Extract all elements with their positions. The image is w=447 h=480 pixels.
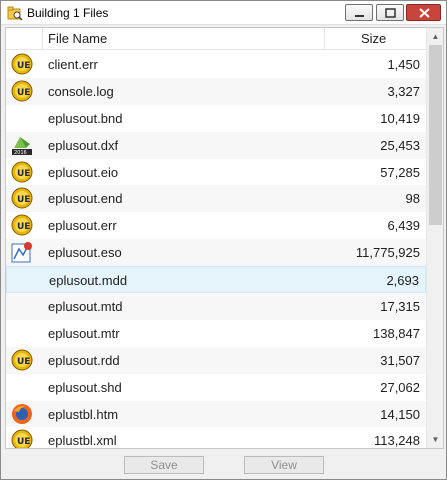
file-size: 2,693 (386, 273, 419, 289)
file-row[interactable]: eplusout.shd 27,062 (6, 374, 426, 401)
window-title: Building 1 Files (27, 6, 109, 20)
file-name: eplusout.err (48, 218, 117, 234)
file-size: 6,439 (387, 218, 420, 234)
file-row[interactable]: eplusout.bnd 10,419 (6, 105, 426, 132)
file-name: eplusout.mtr (48, 325, 120, 341)
file-rows: UE client.err 1,450 UE console.log 3,327 eplus… (6, 51, 426, 449)
minimize-icon (355, 15, 364, 17)
svg-text:UE: UE (17, 437, 30, 447)
ultraedit-icon: UE (11, 349, 33, 371)
file-size: 25,453 (380, 137, 420, 153)
file-row[interactable]: UE client.err 1,450 (6, 51, 426, 78)
file-list-window: Building 1 Files File Name Size UE client… (0, 0, 447, 480)
file-size: 57,285 (380, 164, 420, 180)
view-button[interactable]: View (244, 456, 324, 474)
file-name: eplusout.mdd (49, 273, 128, 289)
column-divider (42, 28, 43, 49)
file-size: 3,327 (387, 83, 420, 99)
vertical-scrollbar[interactable]: ▲ ▼ (426, 28, 443, 448)
file-row[interactable]: UE eplusout.end 98 (6, 185, 426, 213)
file-size: 10,419 (380, 110, 420, 126)
file-name: eplusout.dxf (48, 137, 119, 153)
file-row[interactable]: UE eplusout.rdd 31,507 (6, 346, 426, 374)
svg-text:UE: UE (17, 88, 30, 98)
close-icon (419, 8, 430, 18)
ultraedit-icon: UE (11, 80, 33, 102)
file-size: 27,062 (380, 379, 420, 395)
column-header-size[interactable]: Size (361, 31, 386, 46)
column-divider[interactable] (324, 28, 325, 49)
ultraedit-icon: UE (11, 429, 33, 448)
file-row[interactable]: UE eplusout.eio 57,285 (6, 159, 426, 186)
scrollbar-thumb[interactable] (429, 45, 442, 225)
file-size: 17,315 (380, 299, 420, 315)
file-row[interactable]: eplustbl.htm 14,150 (6, 400, 426, 428)
file-name: console.log (48, 83, 114, 99)
file-row[interactable]: eplusout.mtr 138,847 (6, 320, 426, 347)
autocad-icon: 2016 (11, 134, 33, 156)
firefox-icon (11, 403, 33, 425)
maximize-icon (385, 8, 396, 18)
scroll-up-icon[interactable]: ▲ (427, 28, 443, 45)
file-size: 14,150 (380, 406, 420, 422)
file-row[interactable]: eplusout.eso 11,775,925 (6, 239, 426, 267)
file-size: 138,847 (373, 325, 420, 341)
ultraedit-icon: UE (11, 187, 33, 209)
file-row[interactable]: eplusout.mtd 17,315 (6, 293, 426, 320)
folder-search-icon (7, 6, 23, 21)
save-button[interactable]: Save (124, 456, 204, 474)
svg-text:UE: UE (17, 61, 30, 71)
file-name: eplusout.eso (48, 245, 122, 261)
file-list: File Name Size UE client.err 1,450 UE consol… (5, 27, 444, 449)
title-bar: Building 1 Files (1, 1, 446, 25)
file-row[interactable]: eplusout.mdd 2,693 (6, 266, 426, 294)
file-name: eplusout.shd (48, 379, 122, 395)
file-row[interactable]: UE eplustbl.xml 113,248 (6, 427, 426, 449)
file-name: eplusout.end (48, 191, 123, 207)
svg-text:UE: UE (17, 357, 30, 367)
file-name: eplusout.bnd (48, 110, 123, 126)
file-size: 98 (405, 191, 420, 207)
close-button[interactable] (406, 4, 441, 21)
svg-text:2016: 2016 (14, 150, 27, 156)
file-size: 113,248 (373, 433, 420, 449)
file-row[interactable]: UE eplusout.err 6,439 (6, 212, 426, 239)
file-size: 11,775,925 (355, 245, 420, 261)
file-name: eplustbl.htm (48, 406, 119, 422)
ultraedit-icon: UE (11, 214, 33, 236)
scroll-down-icon[interactable]: ▼ (427, 431, 443, 448)
file-name: client.err (48, 57, 98, 72)
svg-text:UE: UE (17, 169, 30, 179)
svg-text:UE: UE (17, 222, 30, 232)
file-row[interactable]: UE console.log 3,327 (6, 77, 426, 105)
minimize-button[interactable] (345, 4, 373, 21)
file-size: 1,450 (387, 57, 420, 72)
file-name: eplusout.rdd (48, 352, 120, 368)
file-name: eplusout.mtd (48, 299, 123, 315)
list-header: File Name Size (6, 28, 426, 50)
svg-text:UE: UE (17, 195, 30, 205)
file-row[interactable]: 2016 eplusout.dxf 25,453 (6, 131, 426, 159)
maximize-button[interactable] (376, 4, 404, 21)
chart-app-icon (11, 241, 33, 263)
ultraedit-icon: UE (11, 53, 33, 75)
column-header-file-name[interactable]: File Name (48, 31, 107, 46)
ultraedit-icon: UE (11, 161, 33, 183)
file-size: 31,507 (380, 352, 420, 368)
file-name: eplusout.eio (48, 164, 119, 180)
file-name: eplustbl.xml (48, 433, 117, 449)
